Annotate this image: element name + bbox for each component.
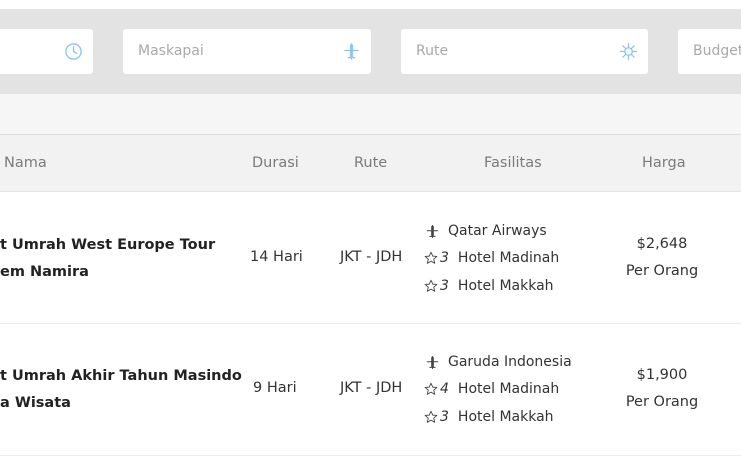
package-name-line: t Umrah Akhir Tahun Masindo xyxy=(0,368,242,384)
hotel-makkah-label: Hotel Makkah xyxy=(457,409,554,425)
rute-placeholder: Rute xyxy=(416,43,449,59)
durasi-value: 9 Hari xyxy=(253,380,297,396)
price-value: $2,648 xyxy=(636,236,688,252)
toolbar-spacer xyxy=(0,94,741,134)
package-name[interactable]: t Umrah West Europe Tour em Namira xyxy=(0,232,215,286)
airline-name: Garuda Indonesia xyxy=(448,354,572,370)
budget-field[interactable]: Budget xyxy=(678,29,741,74)
filter-bar: Maskapai Rute Budget xyxy=(0,9,741,94)
clock-icon xyxy=(65,43,82,60)
package-name-line: a Wisata xyxy=(0,395,71,411)
budget-placeholder: Budget xyxy=(693,43,741,59)
top-strip xyxy=(0,0,741,9)
hotel-madinah-label: Hotel Madinah xyxy=(457,250,560,266)
price-unit: Per Orang xyxy=(625,394,699,410)
airline-facility: Qatar Airways xyxy=(424,221,547,241)
table-header: Nama Durasi Rute Fasilitas Harga xyxy=(0,134,741,192)
date-filter-field[interactable] xyxy=(0,29,93,74)
rute-field[interactable]: Rute xyxy=(401,29,648,74)
plane-icon xyxy=(426,355,439,369)
compass-icon xyxy=(619,42,638,61)
header-nama[interactable]: Nama xyxy=(4,155,47,171)
hotel-star-count: 3 xyxy=(440,278,449,294)
hotel-madinah-label: Hotel Madinah xyxy=(457,381,560,397)
star-icon xyxy=(424,251,438,264)
maskapai-placeholder: Maskapai xyxy=(138,43,204,59)
maskapai-field[interactable]: Maskapai xyxy=(123,29,371,74)
price-unit: Per Orang xyxy=(625,263,699,279)
table-row[interactable]: t Umrah West Europe Tour em Namira 14 Ha… xyxy=(0,192,741,324)
rute-value: JKT - JDH xyxy=(340,249,403,265)
plane-icon xyxy=(426,224,439,238)
star-icon xyxy=(424,410,438,423)
package-name[interactable]: t Umrah Akhir Tahun Masindo a Wisata xyxy=(0,363,242,417)
hotel-madinah-facility: 4 Hotel Madinah xyxy=(424,379,559,399)
airline-facility: Garuda Indonesia xyxy=(424,352,572,372)
rute-value: JKT - JDH xyxy=(340,380,403,396)
star-icon xyxy=(424,382,438,395)
hotel-makkah-facility: 3 Hotel Makkah xyxy=(424,407,554,427)
header-rute[interactable]: Rute xyxy=(354,155,387,171)
hotel-star-count: 3 xyxy=(440,250,449,266)
plane-icon xyxy=(344,43,359,60)
star-icon xyxy=(424,279,438,292)
airline-name: Qatar Airways xyxy=(448,223,547,239)
durasi-value: 14 Hari xyxy=(250,249,303,265)
hotel-star-count: 3 xyxy=(440,409,449,425)
header-fasilitas[interactable]: Fasilitas xyxy=(484,155,542,171)
header-harga[interactable]: Harga xyxy=(642,155,686,171)
package-name-line: em Namira xyxy=(0,264,89,280)
package-name-line: t Umrah West Europe Tour xyxy=(0,237,216,253)
hotel-madinah-facility: 3 Hotel Madinah xyxy=(424,248,559,268)
hotel-star-count: 4 xyxy=(440,381,449,397)
header-durasi[interactable]: Durasi xyxy=(252,155,299,171)
table-row[interactable]: t Umrah Akhir Tahun Masindo a Wisata 9 H… xyxy=(0,324,741,456)
hotel-makkah-facility: 3 Hotel Makkah xyxy=(424,276,554,296)
price-value: $1,900 xyxy=(636,367,688,383)
hotel-makkah-label: Hotel Makkah xyxy=(457,278,554,294)
